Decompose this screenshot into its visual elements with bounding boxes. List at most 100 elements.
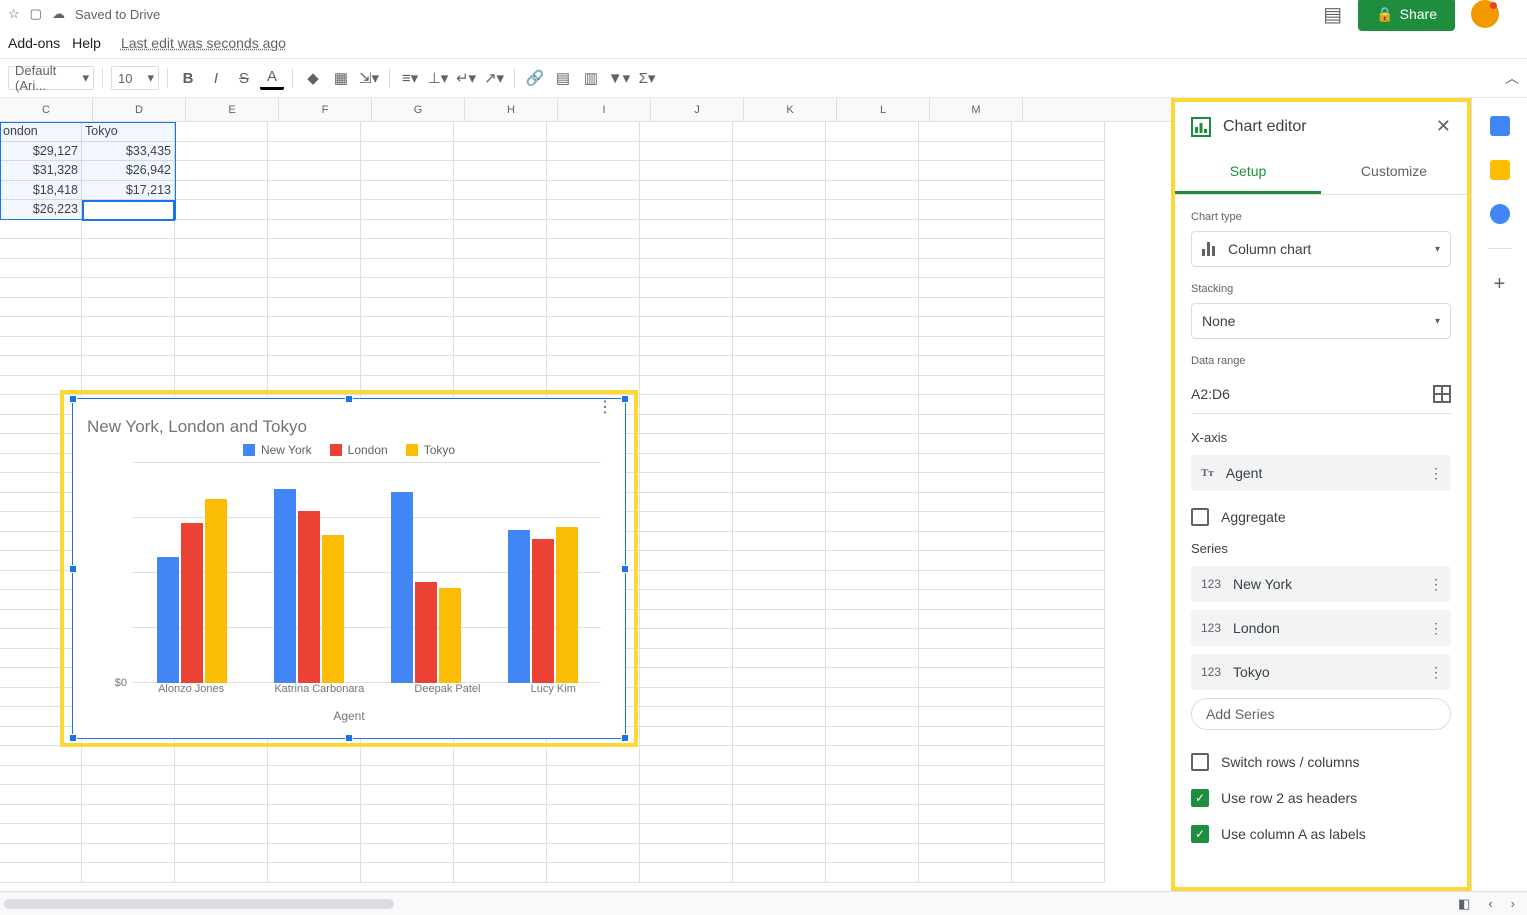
cell[interactable] — [454, 805, 547, 825]
cell[interactable] — [268, 376, 361, 396]
cell[interactable]: $29,127 — [0, 142, 82, 162]
cell[interactable] — [454, 337, 547, 357]
cell[interactable] — [733, 434, 826, 454]
cell[interactable] — [640, 590, 733, 610]
cell[interactable] — [268, 766, 361, 786]
cell[interactable] — [826, 512, 919, 532]
cell[interactable] — [0, 337, 82, 357]
cell[interactable] — [82, 746, 175, 766]
cell[interactable]: $26,223 — [0, 200, 82, 220]
cell[interactable] — [1012, 415, 1105, 435]
comment-button[interactable]: ▤ — [551, 66, 575, 90]
cell[interactable] — [919, 200, 1012, 220]
cell[interactable] — [640, 629, 733, 649]
cell[interactable] — [547, 317, 640, 337]
cell[interactable] — [175, 259, 268, 279]
cell[interactable] — [826, 863, 919, 883]
cell[interactable] — [175, 142, 268, 162]
cell[interactable] — [361, 122, 454, 142]
column-header[interactable]: I — [558, 98, 651, 121]
cell[interactable] — [1012, 610, 1105, 630]
cell[interactable] — [547, 337, 640, 357]
cell[interactable] — [454, 181, 547, 201]
cell[interactable] — [547, 122, 640, 142]
cell[interactable] — [826, 785, 919, 805]
cell[interactable] — [919, 122, 1012, 142]
filter-button[interactable]: ▼▾ — [607, 66, 631, 90]
cell[interactable] — [1012, 844, 1105, 864]
cell[interactable] — [175, 337, 268, 357]
cell[interactable] — [0, 805, 82, 825]
cell[interactable] — [1012, 688, 1105, 708]
cell[interactable] — [361, 766, 454, 786]
cell[interactable] — [175, 317, 268, 337]
cell[interactable] — [82, 278, 175, 298]
wrap-button[interactable]: ↵▾ — [454, 66, 478, 90]
add-addon-icon[interactable]: + — [1494, 273, 1506, 296]
cell[interactable] — [82, 298, 175, 318]
cell[interactable] — [175, 844, 268, 864]
cell[interactable] — [0, 629, 82, 649]
cell[interactable] — [640, 551, 733, 571]
cell[interactable] — [733, 746, 826, 766]
cell[interactable] — [0, 824, 82, 844]
cell[interactable] — [826, 337, 919, 357]
avatar[interactable] — [1471, 0, 1499, 28]
cell[interactable] — [733, 376, 826, 396]
cell[interactable] — [361, 278, 454, 298]
cell[interactable] — [826, 473, 919, 493]
cell[interactable] — [919, 766, 1012, 786]
cell[interactable] — [454, 259, 547, 279]
cell[interactable] — [0, 259, 82, 279]
cell[interactable] — [1012, 220, 1105, 240]
cell[interactable]: $33,435 — [82, 142, 175, 162]
column-header[interactable]: H — [465, 98, 558, 121]
cell[interactable] — [919, 278, 1012, 298]
halign-button[interactable]: ≡▾ — [398, 66, 422, 90]
cell[interactable] — [268, 220, 361, 240]
menu-help[interactable]: Help — [72, 35, 101, 51]
cell[interactable] — [82, 317, 175, 337]
cell[interactable] — [733, 415, 826, 435]
cell[interactable] — [0, 746, 82, 766]
cell[interactable] — [1012, 668, 1105, 688]
cell[interactable] — [640, 415, 733, 435]
rotate-button[interactable]: ↗▾ — [482, 66, 506, 90]
cell[interactable] — [1012, 785, 1105, 805]
cell[interactable] — [0, 571, 82, 591]
cell[interactable] — [82, 220, 175, 240]
cell[interactable] — [919, 571, 1012, 591]
cell[interactable] — [175, 220, 268, 240]
cell[interactable] — [733, 278, 826, 298]
cell[interactable] — [640, 493, 733, 513]
cell[interactable] — [640, 805, 733, 825]
cell[interactable] — [1012, 590, 1105, 610]
cell[interactable] — [826, 629, 919, 649]
cell[interactable] — [826, 239, 919, 259]
cell[interactable] — [268, 824, 361, 844]
cell[interactable] — [640, 571, 733, 591]
cell[interactable] — [454, 220, 547, 240]
cell[interactable] — [733, 454, 826, 474]
cell[interactable] — [733, 844, 826, 864]
cell[interactable] — [175, 298, 268, 318]
cell[interactable] — [175, 376, 268, 396]
cell[interactable] — [0, 590, 82, 610]
cell[interactable] — [640, 278, 733, 298]
cell[interactable] — [640, 707, 733, 727]
cell[interactable] — [640, 473, 733, 493]
cell[interactable] — [826, 434, 919, 454]
cell[interactable] — [361, 844, 454, 864]
series-chip[interactable]: 123Tokyo⋮ — [1191, 654, 1451, 690]
cell[interactable] — [82, 356, 175, 376]
cell[interactable] — [454, 844, 547, 864]
cell[interactable] — [0, 278, 82, 298]
cell[interactable] — [826, 649, 919, 669]
cell[interactable] — [175, 200, 268, 220]
cell[interactable] — [733, 688, 826, 708]
cell[interactable] — [268, 298, 361, 318]
cell[interactable] — [268, 142, 361, 162]
cell[interactable] — [826, 493, 919, 513]
cell[interactable] — [454, 239, 547, 259]
cell[interactable] — [640, 610, 733, 630]
